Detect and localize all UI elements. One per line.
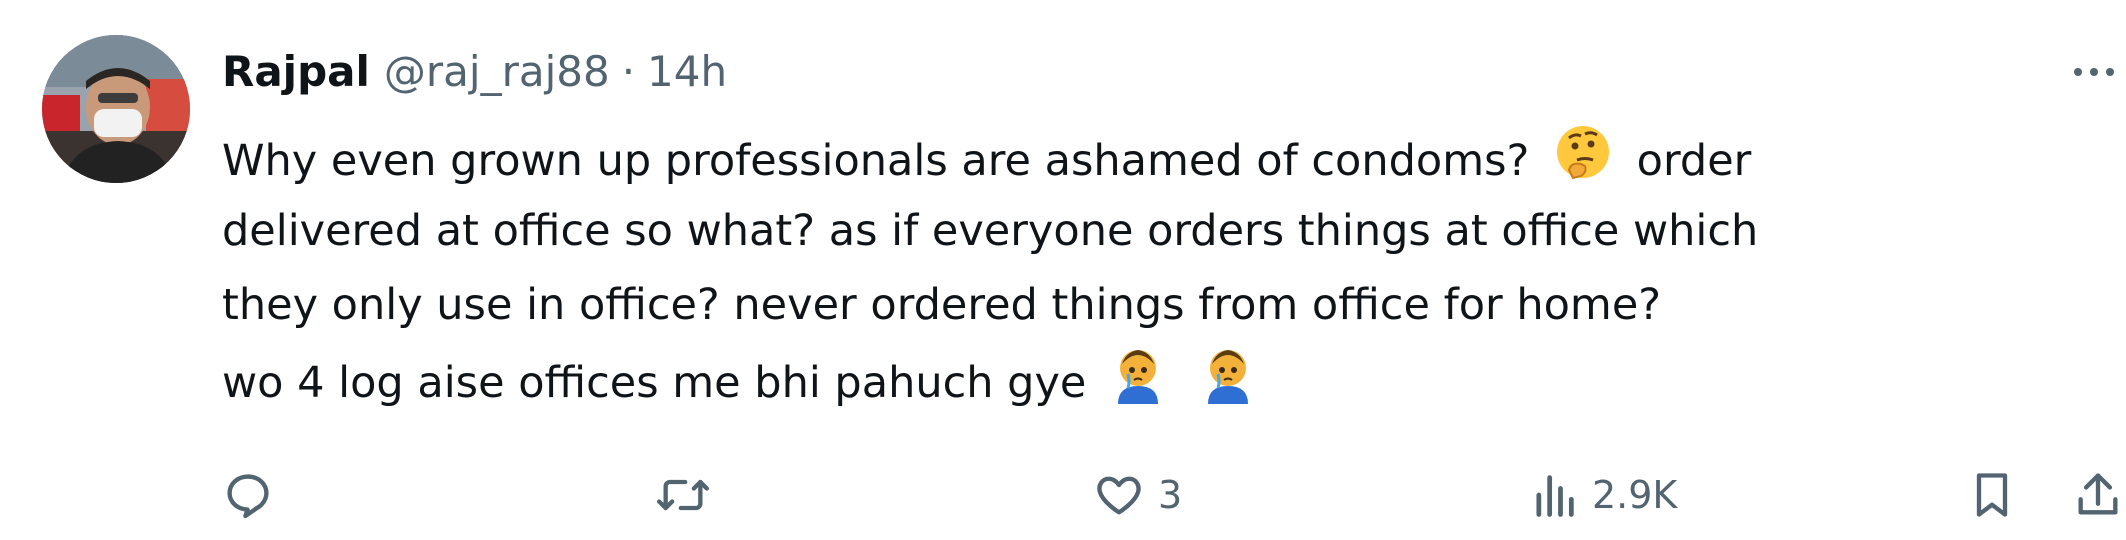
like-icon xyxy=(1097,476,1141,515)
tweet-text-segment: order xyxy=(1636,136,1752,186)
timestamp[interactable]: 14h xyxy=(647,47,727,96)
tweet-text-segment: Why even grown up professionals are asha… xyxy=(222,136,1530,186)
face-holding-back-tears-emoji xyxy=(1108,342,1168,429)
reply-icon xyxy=(227,474,269,519)
retweet-icon xyxy=(657,479,709,511)
avatar[interactable] xyxy=(42,35,190,183)
tweet-text-line: wo 4 log aise offices me bhi pahuch gye xyxy=(222,342,2082,416)
author-name[interactable]: Rajpal xyxy=(222,47,370,96)
reply-button[interactable] xyxy=(222,460,286,530)
share-icon xyxy=(2078,473,2118,515)
more-icon xyxy=(2074,68,2082,76)
retweet-button[interactable] xyxy=(654,460,724,530)
like-count: 3 xyxy=(1158,473,1183,517)
more-icon-dot xyxy=(2090,68,2098,76)
share-button[interactable] xyxy=(2072,460,2124,530)
more-button[interactable] xyxy=(2074,52,2126,92)
author-handle[interactable]: @raj_raj88 xyxy=(384,47,610,96)
tweet-text-line: they only use in office? never ordered t… xyxy=(222,280,1662,330)
like-button[interactable]: 3 xyxy=(1092,460,1182,530)
tweet-header: Rajpal @raj_raj88 · 14h xyxy=(222,36,727,106)
views-icon xyxy=(1536,475,1574,517)
tweet-card[interactable]: Rajpal @raj_raj88 · 14h Why even grown u… xyxy=(0,0,2126,540)
tweet-text: Why even grown up professionals are asha… xyxy=(222,120,2082,416)
more-icon-dot xyxy=(2106,68,2114,76)
views-button[interactable]: 2.9K xyxy=(1528,460,1677,530)
bookmark-icon xyxy=(1976,473,2008,517)
tweet-text-line: Why even grown up professionals are asha… xyxy=(222,120,2082,194)
tweet-text-segment: wo 4 log aise offices me bhi pahuch gye xyxy=(222,358,1087,408)
tweet-text-line: delivered at office so what? as if every… xyxy=(222,206,1759,256)
tweet-actions: 3 2.9K xyxy=(0,460,2126,530)
bookmark-button[interactable] xyxy=(1966,460,2018,530)
face-holding-back-tears-emoji xyxy=(1198,342,1258,429)
header-separator: · xyxy=(621,46,636,96)
views-count: 2.9K xyxy=(1592,473,1678,517)
